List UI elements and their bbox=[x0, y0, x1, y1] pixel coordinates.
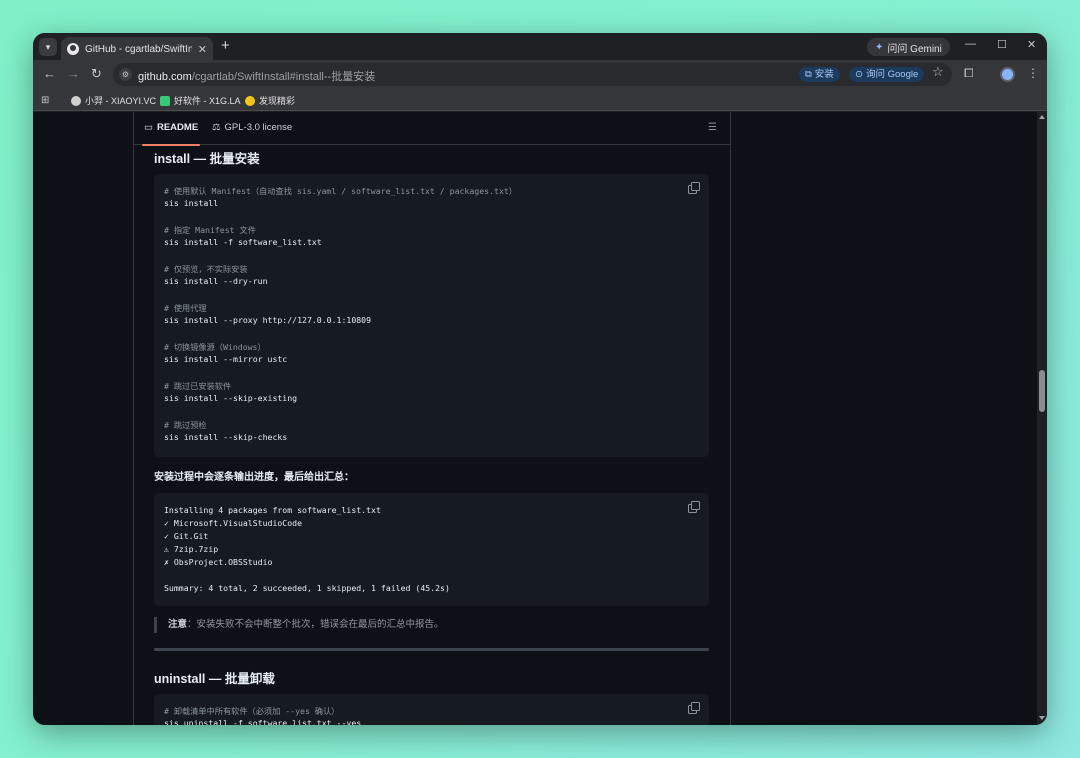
avatar[interactable] bbox=[1000, 67, 1015, 82]
note-blockquote: 注意：安装失败不会中断整个批次，错误会在最后的汇总中报告。 bbox=[154, 617, 709, 633]
code-line: sis install bbox=[164, 198, 219, 208]
book-icon: ▭ bbox=[144, 122, 153, 133]
code-comment: # 使用默认 Manifest（自动查找 sis.yaml / software… bbox=[164, 186, 517, 196]
code-comment: # 切换镜像源（Windows） bbox=[164, 342, 266, 352]
code-comment: # 跳过预检 bbox=[164, 420, 207, 430]
code-comment: # 跳过已安装软件 bbox=[164, 381, 232, 391]
uninstall-heading: uninstall — 批量卸载 bbox=[154, 672, 275, 686]
back-icon[interactable]: ← bbox=[43, 66, 56, 82]
copy-icon[interactable] bbox=[688, 501, 700, 513]
tab-strip: ▾ GitHub - cgartlab/SwiftInstall ✕ + ✦ 问… bbox=[33, 33, 1047, 61]
menu-icon[interactable]: ⋮ bbox=[1027, 66, 1039, 80]
scale-icon: ⚖ bbox=[212, 122, 221, 133]
page-content: ▭ README ⚖ GPL-3.0 license ☰ install — 批… bbox=[33, 112, 1047, 725]
code-line: sis uninstall -f software_list.txt --yes bbox=[164, 718, 362, 725]
minimize-icon[interactable]: — bbox=[965, 38, 976, 50]
scroll-up-icon[interactable] bbox=[1039, 115, 1045, 119]
gemini-icon: ✦ bbox=[875, 41, 884, 53]
bookmark-favicon-icon bbox=[245, 95, 255, 106]
tab-license[interactable]: ⚖ GPL-3.0 license bbox=[212, 122, 292, 133]
progress-note: 安装过程中会逐条输出进度，最后给出汇总： bbox=[154, 472, 354, 483]
note-text: ：安装失败不会中断整个批次，错误会在最后的汇总中报告。 bbox=[187, 619, 444, 630]
scroll-down-icon[interactable] bbox=[1039, 716, 1045, 720]
bookmark-x1g[interactable]: 好软件 - X1G.LA bbox=[160, 94, 241, 107]
copy-icon[interactable] bbox=[688, 702, 700, 714]
tab-search-icon[interactable]: ▾ bbox=[39, 38, 57, 56]
extensions-icon[interactable]: ⧠ bbox=[964, 66, 974, 81]
code-line: ✓ Microsoft.VisualStudioCode bbox=[164, 518, 303, 528]
new-tab-icon[interactable]: + bbox=[221, 38, 230, 54]
ask-google-label: 询问 Google bbox=[865, 69, 919, 80]
code-line: sis install --skip-checks bbox=[164, 432, 288, 442]
code-comment: # 仅预览，不实际安装 bbox=[164, 264, 248, 274]
tab-license-label: GPL-3.0 license bbox=[224, 122, 293, 133]
maximize-icon[interactable]: ☐ bbox=[997, 38, 1007, 51]
site-info-icon[interactable]: ⚙ bbox=[119, 68, 132, 81]
divider bbox=[154, 648, 709, 651]
bookmark-star-icon[interactable]: ☆ bbox=[932, 64, 944, 80]
install-app-label: 安装 bbox=[814, 69, 834, 80]
github-icon bbox=[67, 43, 79, 55]
install-app-icon: ⧉ bbox=[805, 69, 812, 80]
code-comment: # 卸载清单中所有软件（必须加 --yes 确认） bbox=[164, 706, 340, 716]
tab-github[interactable]: GitHub - cgartlab/SwiftInstall ✕ bbox=[61, 37, 213, 61]
window-close-icon[interactable]: ✕ bbox=[1027, 38, 1036, 51]
code-line: sis install --proxy http://127.0.0.1:108… bbox=[164, 315, 372, 325]
reload-icon[interactable]: ↻ bbox=[91, 66, 102, 82]
close-icon[interactable]: ✕ bbox=[198, 43, 207, 56]
code-line: ⚠ 7zip.7zip bbox=[164, 544, 219, 554]
outline-icon[interactable]: ☰ bbox=[708, 122, 717, 133]
code-comment: # 使用代理 bbox=[164, 303, 207, 313]
bookmark-discover[interactable]: 发现精彩 bbox=[245, 94, 295, 107]
apps-grid-icon[interactable]: ⊞ bbox=[41, 95, 49, 106]
scrollbar[interactable] bbox=[1037, 112, 1047, 725]
bookmark-favicon-icon bbox=[160, 95, 170, 106]
bookmark-label: 好软件 - X1G.LA bbox=[174, 96, 241, 106]
divider bbox=[730, 112, 731, 725]
code-line: Installing 4 packages from software_list… bbox=[164, 505, 381, 515]
tab-title: GitHub - cgartlab/SwiftInstall bbox=[85, 43, 192, 55]
forward-icon[interactable]: → bbox=[67, 66, 80, 82]
tab-readme-label: README bbox=[156, 122, 199, 133]
code-line: ✗ ObsProject.OBSStudio bbox=[164, 557, 273, 567]
gemini-label: 问问 Gemini bbox=[887, 43, 942, 55]
browser-window: ▾ GitHub - cgartlab/SwiftInstall ✕ + ✦ 问… bbox=[33, 33, 1047, 725]
bookmark-xiaoyi[interactable]: 小羿 - XIAOYI.VC bbox=[71, 94, 156, 107]
uninstall-code-block: # 卸载清单中所有软件（必须加 --yes 确认） sis uninstall -… bbox=[154, 694, 709, 725]
output-code-block: Installing 4 packages from software_list… bbox=[154, 493, 709, 606]
code-line: ✓ Git.Git bbox=[164, 531, 209, 541]
divider bbox=[133, 112, 134, 725]
copy-icon[interactable] bbox=[688, 182, 700, 194]
bookmark-favicon-icon bbox=[71, 95, 81, 106]
url-text[interactable]: github.com/cgartlab/SwiftInstall#install… bbox=[138, 68, 375, 84]
code-line: sis install --dry-run bbox=[164, 276, 268, 286]
tab-readme[interactable]: ▭ README bbox=[141, 122, 201, 146]
bookmark-label: 小羿 - XIAOYI.VC bbox=[85, 96, 157, 106]
url-path: /cgartlab/SwiftInstall#install--批量安装 bbox=[191, 71, 376, 83]
code-line: Summary: 4 total, 2 succeeded, 1 skipped… bbox=[164, 583, 450, 593]
code-line: sis install -f software_list.txt bbox=[164, 237, 322, 247]
lens-icon: ⊙ bbox=[855, 69, 863, 80]
readme-header: ▭ README ⚖ GPL-3.0 license ☰ bbox=[134, 112, 730, 146]
ask-google-button[interactable]: ⊙ 询问 Google bbox=[849, 67, 925, 82]
gemini-button[interactable]: ✦ 问问 Gemini bbox=[867, 38, 950, 56]
install-app-button[interactable]: ⧉ 安装 bbox=[799, 67, 840, 82]
code-line: sis install --skip-existing bbox=[164, 393, 298, 403]
url-host: github.com bbox=[138, 71, 192, 83]
install-heading: install — 批量安装 bbox=[154, 152, 260, 166]
code-line: sis install --mirror ustc bbox=[164, 354, 288, 364]
scrollbar-thumb[interactable] bbox=[1039, 370, 1045, 412]
note-label: 注意 bbox=[168, 619, 188, 630]
install-code-block: # 使用默认 Manifest（自动查找 sis.yaml / software… bbox=[154, 174, 709, 457]
toolbar: ← → ↻ ⚙ github.com/cgartlab/SwiftInstall… bbox=[33, 60, 1047, 89]
code-comment: # 指定 Manifest 文件 bbox=[164, 225, 256, 235]
bookmark-label: 发现精彩 bbox=[259, 96, 296, 106]
address-bar[interactable]: ⚙ github.com/cgartlab/SwiftInstall#insta… bbox=[113, 63, 952, 86]
bookmarks-bar: ⊞ 小羿 - XIAOYI.VC 好软件 - X1G.LA 发现精彩 bbox=[33, 89, 1047, 111]
